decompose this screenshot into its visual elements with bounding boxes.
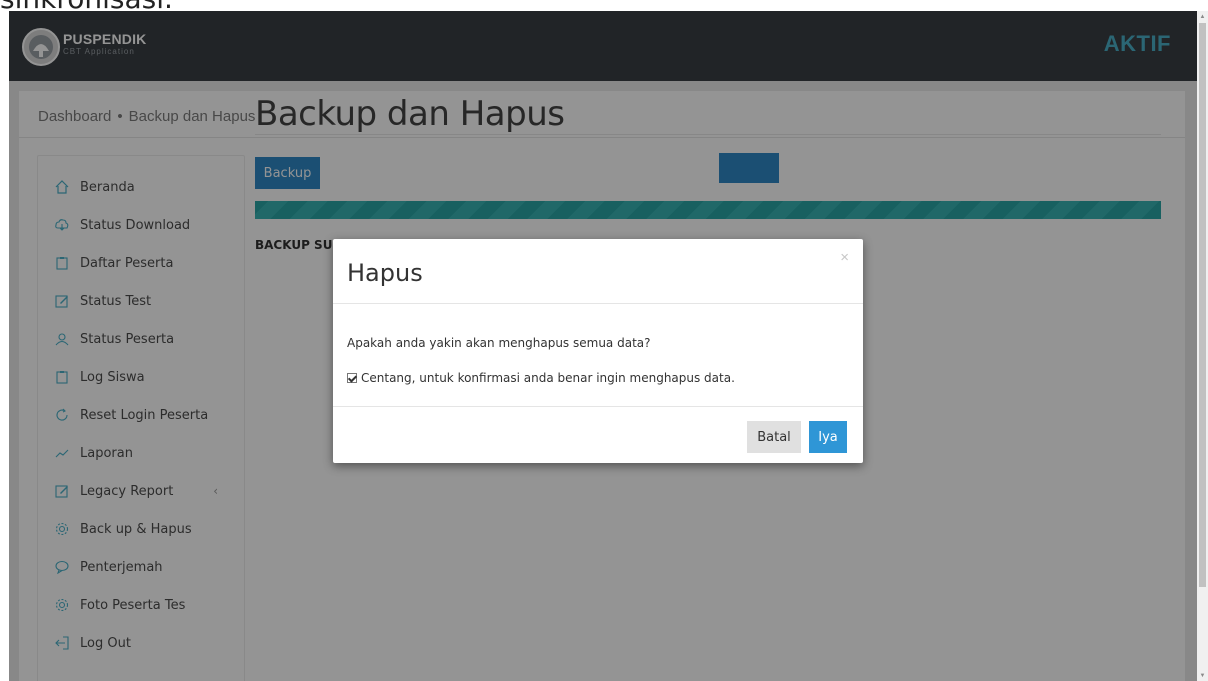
modal-title: Hapus xyxy=(347,259,423,287)
confirm-button[interactable]: Iya xyxy=(809,421,847,453)
close-icon[interactable]: × xyxy=(840,249,849,266)
modal-question: Apakah anda yakin akan menghapus semua d… xyxy=(347,336,651,350)
confirm-checkbox[interactable] xyxy=(347,373,357,383)
modal-footer-divider xyxy=(333,406,863,407)
scrollbar-thumb[interactable] xyxy=(1199,23,1206,587)
browser-viewport: PUSPENDIK CBT Application AKTIF Dashboar… xyxy=(9,11,1197,681)
hapus-modal: Hapus × Apakah anda yakin akan menghapus… xyxy=(333,239,863,463)
cancel-button[interactable]: Batal xyxy=(747,421,801,453)
modal-header-divider xyxy=(333,303,863,304)
scroll-up-arrow-icon[interactable]: ▲ xyxy=(1197,11,1208,22)
vertical-scrollbar[interactable]: ▲ ▼ xyxy=(1197,11,1208,681)
scroll-down-arrow-icon[interactable]: ▼ xyxy=(1197,670,1208,681)
confirm-checkbox-label: Centang, untuk konfirmasi anda benar ing… xyxy=(361,371,735,385)
confirm-checkbox-row[interactable]: Centang, untuk konfirmasi anda benar ing… xyxy=(347,371,735,385)
